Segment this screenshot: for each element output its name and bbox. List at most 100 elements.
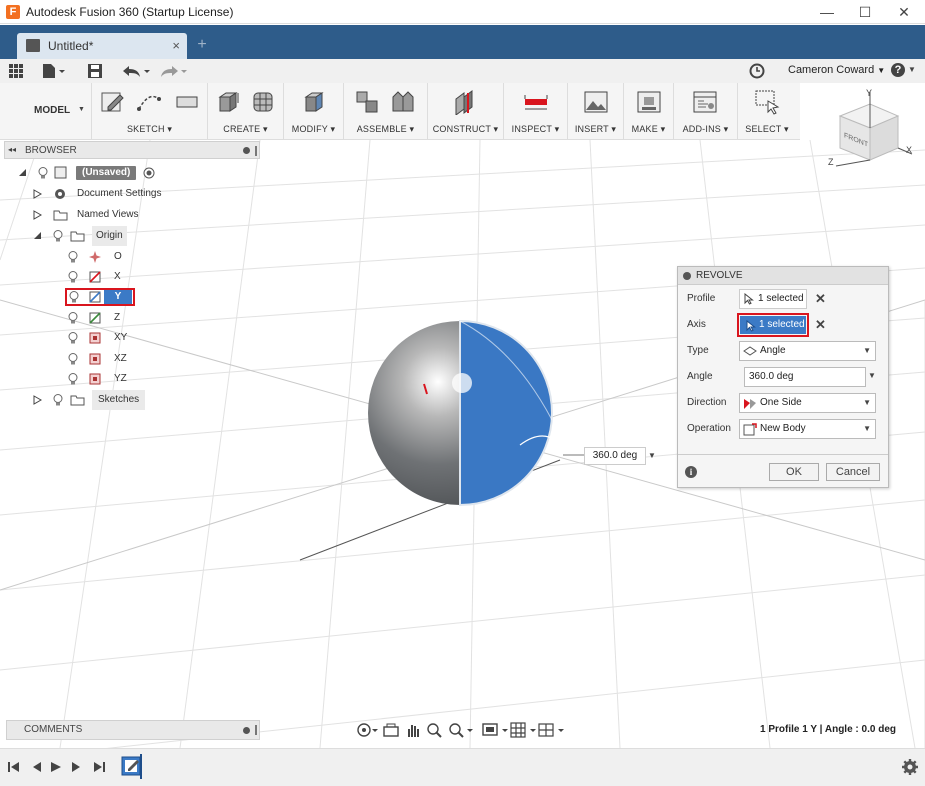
browser-expand-handle[interactable] (255, 146, 257, 156)
create-sketch-icon[interactable] (100, 89, 126, 115)
operation-dropdown[interactable]: New Body ▼ (739, 419, 876, 439)
toolbar-group-modify[interactable]: MODIFY ▾ (284, 83, 344, 140)
toolbar-group-assemble[interactable]: ASSEMBLE ▾ (344, 83, 428, 140)
file-menu-icon[interactable] (42, 63, 66, 79)
line-tool-icon[interactable] (136, 89, 162, 115)
save-icon[interactable] (87, 63, 103, 79)
comments-panel[interactable]: COMMENTS (6, 720, 260, 740)
go-to-start-icon[interactable] (7, 760, 21, 774)
document-tab[interactable]: Untitled* × (17, 33, 187, 59)
close-tab-icon[interactable]: × (172, 38, 180, 53)
browser-root-row[interactable]: (Unsaved) (4, 163, 164, 183)
toolbar-group-insert[interactable]: INSERT ▾ (568, 83, 624, 140)
toolbar-group-addins[interactable]: ADD-INS ▾ (674, 83, 738, 140)
tree-item-y-axis[interactable]: Y (4, 287, 204, 307)
go-to-end-icon[interactable] (92, 760, 106, 774)
visibility-bulb-icon[interactable] (68, 251, 78, 263)
offset-plane-icon[interactable] (452, 89, 478, 115)
extrude-icon[interactable] (216, 89, 242, 115)
step-back-icon[interactable] (29, 760, 43, 774)
play-icon[interactable] (49, 760, 63, 774)
measure-icon[interactable] (523, 89, 549, 115)
tree-item-sketches[interactable]: Sketches (4, 390, 204, 410)
display-settings-icon[interactable] (482, 722, 510, 738)
tree-item-xy-plane[interactable]: XY (4, 328, 204, 348)
tree-item-named-views[interactable]: Named Views (4, 205, 204, 225)
profile-selection-button[interactable]: 1 selected (739, 289, 807, 309)
browser-header[interactable]: ◂◂ BROWSER (4, 141, 260, 159)
press-pull-icon[interactable] (301, 89, 327, 115)
grid-settings-icon[interactable] (510, 722, 538, 738)
toolbar-group-select[interactable]: SELECT ▾ (738, 83, 796, 140)
look-at-icon[interactable] (383, 722, 399, 738)
rectangle-tool-icon[interactable] (174, 89, 200, 115)
help-icon[interactable]: ? (891, 63, 905, 77)
maximize-button[interactable]: ☐ (850, 2, 880, 22)
expand-triangle-icon[interactable] (33, 395, 42, 405)
activate-radio-icon[interactable] (143, 167, 155, 179)
job-status-clock-icon[interactable] (749, 63, 765, 79)
3d-print-icon[interactable] (636, 89, 662, 115)
comments-expand-handle[interactable] (255, 725, 257, 735)
tree-item-xz-plane[interactable]: XZ (4, 349, 204, 369)
visibility-bulb-icon[interactable] (69, 291, 79, 303)
browser-collapse-icon[interactable]: ◂◂ (8, 145, 16, 154)
visibility-bulb-icon[interactable] (68, 353, 78, 365)
visibility-bulb-icon[interactable] (68, 312, 78, 324)
data-panel-grid-icon[interactable] (9, 64, 23, 78)
fit-zoom-window-icon[interactable] (448, 722, 474, 738)
new-tab-button[interactable]: + (192, 35, 212, 55)
type-dropdown[interactable]: Angle ▼ (739, 341, 876, 361)
browser-pin-icon[interactable] (243, 147, 250, 154)
orbit-icon[interactable] (356, 722, 378, 738)
view-cube[interactable]: Y Z X FRONT (828, 88, 918, 168)
toolbar-group-sketch[interactable]: SKETCH ▾ (92, 83, 208, 140)
joint-icon[interactable] (390, 89, 416, 115)
dialog-collapse-icon[interactable] (683, 272, 691, 280)
select-window-icon[interactable] (754, 89, 780, 115)
undo-icon[interactable] (120, 63, 150, 79)
workspace-switcher[interactable]: MODEL ▼ (8, 83, 92, 140)
comments-pin-icon[interactable] (243, 727, 250, 734)
step-forward-icon[interactable] (70, 760, 84, 774)
scripts-addins-icon[interactable] (692, 89, 718, 115)
insert-image-icon[interactable] (583, 89, 609, 115)
collapse-triangle-icon[interactable] (33, 231, 42, 240)
revolve-dialog-header[interactable]: REVOLVE (678, 267, 888, 285)
new-component-icon[interactable] (354, 89, 380, 115)
expand-triangle-icon[interactable] (33, 210, 42, 220)
angle-caret-icon[interactable]: ▼ (868, 371, 876, 380)
minimize-button[interactable]: — (812, 2, 842, 22)
direction-dropdown[interactable]: One Side ▼ (739, 393, 876, 413)
toolbar-group-make[interactable]: MAKE ▾ (624, 83, 674, 140)
angle-input[interactable]: 360.0 deg (744, 367, 866, 387)
toolbar-group-inspect[interactable]: INSPECT ▾ (504, 83, 568, 140)
close-window-button[interactable]: ✕ (889, 2, 919, 22)
user-account-menu[interactable]: Cameron Coward ▼ (788, 64, 885, 76)
zoom-icon[interactable] (426, 722, 442, 738)
collapse-triangle-icon[interactable] (18, 168, 27, 177)
expand-triangle-icon[interactable] (33, 189, 42, 199)
axis-selection-button[interactable]: 1 selected (740, 316, 806, 334)
timeline-settings-gear-icon[interactable] (902, 759, 918, 775)
angle-manipulator-caret-icon[interactable]: ▼ (646, 447, 658, 465)
visibility-bulb-icon[interactable] (38, 167, 48, 179)
toolbar-group-construct[interactable]: CONSTRUCT ▾ (428, 83, 504, 140)
tree-item-document-settings[interactable]: Document Settings (4, 184, 204, 204)
visibility-bulb-icon[interactable] (68, 271, 78, 283)
root-component-name[interactable]: (Unsaved) (76, 166, 137, 180)
cancel-button[interactable]: Cancel (826, 463, 880, 481)
visibility-bulb-icon[interactable] (68, 373, 78, 385)
tree-item-z-axis[interactable]: Z (4, 308, 204, 328)
angle-manipulator-value[interactable]: 360.0 deg (584, 447, 646, 465)
viewports-icon[interactable] (538, 722, 566, 738)
ok-button[interactable]: OK (769, 463, 819, 481)
toolbar-group-create[interactable]: CREATE ▾ (208, 83, 284, 140)
clear-profile-icon[interactable]: ✕ (815, 291, 826, 307)
visibility-bulb-icon[interactable] (68, 332, 78, 344)
visibility-bulb-icon[interactable] (53, 394, 63, 406)
create-form-icon[interactable] (250, 89, 276, 115)
clear-axis-icon[interactable]: ✕ (815, 317, 826, 333)
tree-item-origin[interactable]: Origin (4, 226, 204, 246)
info-icon[interactable]: i (685, 466, 697, 478)
